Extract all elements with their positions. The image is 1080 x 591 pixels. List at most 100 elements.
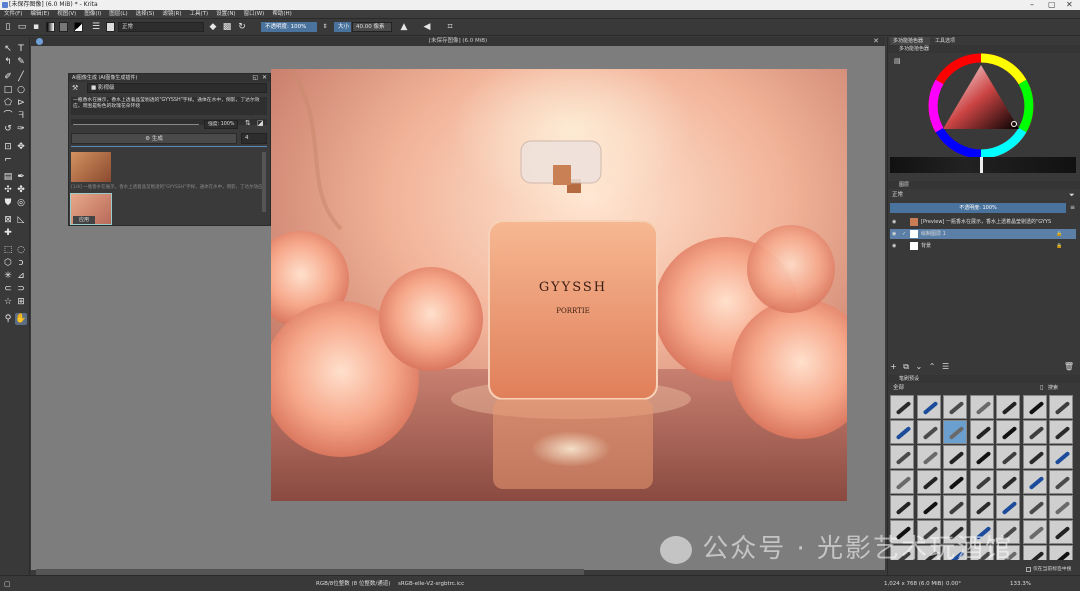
menu-image[interactable]: 图像(I) xyxy=(80,10,105,19)
generate-button[interactable]: ⚙ 生成 xyxy=(71,133,237,144)
brush-settings-icon[interactable]: ☰ xyxy=(91,22,101,32)
visibility-icon[interactable]: ◉ xyxy=(892,229,896,239)
visibility-icon[interactable]: ◉ xyxy=(892,241,896,251)
brush-preset-tile[interactable] xyxy=(1049,495,1073,519)
segment-select-tool-icon[interactable]: ⊞ xyxy=(15,296,27,308)
reference-tool-icon[interactable]: ✚ xyxy=(2,227,14,239)
reload-icon[interactable]: ↻ xyxy=(237,22,247,32)
polygon-select-tool-icon[interactable]: ⬡ xyxy=(2,257,14,269)
history-scrollbar[interactable] xyxy=(262,152,266,212)
brush-preset-tile[interactable] xyxy=(996,420,1020,444)
layer-properties-icon[interactable]: ☰ xyxy=(942,362,949,371)
similar-select-tool-icon[interactable]: ⊿ xyxy=(15,270,27,282)
inpaint-icon[interactable]: ◪ xyxy=(257,119,264,127)
brush-preset-tile[interactable] xyxy=(943,470,967,494)
new-file-icon[interactable]: ▯ xyxy=(3,22,13,32)
brush-preset-tile[interactable] xyxy=(1049,470,1073,494)
color-settings-icon[interactable]: ▤ xyxy=(894,57,901,65)
assistant-tool-icon[interactable]: ⊠ xyxy=(2,214,14,226)
float-docker-icon[interactable]: ◱ xyxy=(252,74,258,82)
brush-tag-select[interactable]: 全部 xyxy=(890,384,1036,393)
freehand-path-tool-icon[interactable]: ᖷ xyxy=(15,110,27,122)
color-slider-marker[interactable] xyxy=(980,157,983,173)
menu-file[interactable]: 文件(F) xyxy=(0,10,26,19)
layer-row-background[interactable]: ◉ 背景 🔒 xyxy=(890,241,1076,251)
fill-tool-icon[interactable]: ⛊ xyxy=(2,197,14,209)
brush-preset-tile[interactable] xyxy=(969,470,994,494)
color-wheel[interactable] xyxy=(926,51,1036,161)
text-tool-icon[interactable]: T xyxy=(15,43,27,55)
bezier-tool-icon[interactable]: ⌒ xyxy=(2,110,14,122)
menu-filter[interactable]: 滤镜(R) xyxy=(158,10,185,19)
wrap-around-icon[interactable]: ⌗ xyxy=(445,22,455,32)
brush-preset-tile[interactable] xyxy=(1049,445,1073,469)
size-slider[interactable]: 40.00 像素 xyxy=(352,22,392,32)
duplicate-layer-icon[interactable]: ⧉ xyxy=(903,362,909,371)
menu-window[interactable]: 窗口(W) xyxy=(240,10,269,19)
brush-preset-tile[interactable] xyxy=(890,395,914,419)
magnetic-select-tool-icon[interactable]: ⊃ xyxy=(15,283,27,295)
open-file-icon[interactable]: ▭ xyxy=(17,22,27,32)
brush-preset-tile[interactable] xyxy=(943,495,967,519)
color-history-strip[interactable] xyxy=(890,157,1076,173)
line-tool-icon[interactable]: ╱ xyxy=(15,71,27,83)
move-tool-icon[interactable]: ✥ xyxy=(15,141,27,153)
zoom-tool-icon[interactable]: ⚲ xyxy=(2,313,14,325)
layer-row-preview[interactable]: ◉ [Preview] 一瓶香水在展示，香水上透着晶莹剔透的"GYYS xyxy=(890,217,1076,227)
menu-select[interactable]: 选择(S) xyxy=(132,10,159,19)
crop-tool-icon[interactable]: ⌐ xyxy=(2,154,14,166)
brush-preset-tile[interactable] xyxy=(943,395,967,419)
menu-settings[interactable]: 设置(N) xyxy=(212,10,239,19)
mirror-vertical-icon[interactable]: ◀ xyxy=(422,22,432,32)
brush-preset-tile[interactable] xyxy=(916,420,941,444)
rect-select-tool-icon[interactable]: ⬚ xyxy=(2,244,14,256)
brush-preset-tile[interactable] xyxy=(1022,495,1047,519)
brush-preset-tile[interactable] xyxy=(890,470,914,494)
menu-help[interactable]: 帮助(H) xyxy=(268,10,295,19)
preserve-alpha-icon[interactable]: ▩ xyxy=(222,22,232,32)
brush-preset-tile[interactable] xyxy=(916,470,941,494)
layer-options-icon[interactable]: ≡ xyxy=(1070,204,1075,211)
history-thumbnail-1[interactable] xyxy=(71,152,111,182)
selection-icon[interactable]: ▢ xyxy=(4,579,11,589)
colorize-mask-tool-icon[interactable]: ✣ xyxy=(2,184,14,196)
menu-tools[interactable]: 工具(T) xyxy=(186,10,213,19)
apply-button[interactable]: 应用 xyxy=(73,216,95,224)
strength-field[interactable]: 强度: 100% xyxy=(204,120,238,129)
close-icon[interactable]: ✕ xyxy=(1066,0,1073,10)
visibility-icon[interactable]: ◉ xyxy=(892,217,896,227)
lock-icon[interactable]: 🔒 xyxy=(1056,241,1062,251)
move-up-icon[interactable]: ⌃ xyxy=(929,362,936,371)
brush-preset-tile[interactable] xyxy=(1049,545,1073,560)
gradient-swatch[interactable] xyxy=(46,22,55,32)
brush-preset-tile[interactable] xyxy=(1049,520,1073,544)
brush-preset-tile[interactable] xyxy=(916,495,941,519)
layer-filter-icon[interactable]: ⏷ xyxy=(1069,191,1075,200)
ellipse-select-tool-icon[interactable]: ◌ xyxy=(15,244,27,256)
gradient-tool-icon[interactable]: ▤ xyxy=(2,171,14,183)
move-down-icon[interactable]: ⌄ xyxy=(916,362,923,371)
brush-preset-tile[interactable] xyxy=(943,420,967,444)
brush-preset-tile[interactable] xyxy=(996,495,1020,519)
freehand-brush-tool-icon[interactable]: ✐ xyxy=(2,71,14,83)
artwork-image[interactable]: GYYSSH PORRTIE xyxy=(271,69,847,501)
select-shapes-tool-icon[interactable]: ↖ xyxy=(2,43,14,55)
rectangle-tool-icon[interactable]: □ xyxy=(2,84,14,96)
contiguous-select-tool-icon[interactable]: ✳ xyxy=(2,270,14,282)
edit-shapes-tool-icon[interactable]: ↰ xyxy=(2,56,14,68)
sketch-select-tool-icon[interactable]: ☆ xyxy=(2,296,14,308)
check-icon[interactable]: ✓ xyxy=(902,229,906,239)
dynamic-brush-tool-icon[interactable]: ↺ xyxy=(2,123,14,135)
rotation-label[interactable]: 0.00° xyxy=(946,579,961,589)
brush-preset-tile[interactable] xyxy=(1022,545,1047,560)
close-document-icon[interactable]: ✕ xyxy=(873,37,879,46)
enclose-fill-tool-icon[interactable]: ◎ xyxy=(15,197,27,209)
opacity-slider[interactable]: 不透明度: 100% xyxy=(261,22,317,32)
brush-preset-tile[interactable] xyxy=(916,395,941,419)
tab-color-selector[interactable]: 多功能拾色器 xyxy=(890,37,930,45)
brush-preset-tile[interactable] xyxy=(1049,420,1073,444)
blend-mode-select[interactable]: 正常 xyxy=(118,22,204,32)
brush-preset-tile[interactable] xyxy=(1022,445,1047,469)
menu-layer[interactable]: 图层(L) xyxy=(105,10,131,19)
fg-bg-color-swatch[interactable] xyxy=(74,22,83,32)
